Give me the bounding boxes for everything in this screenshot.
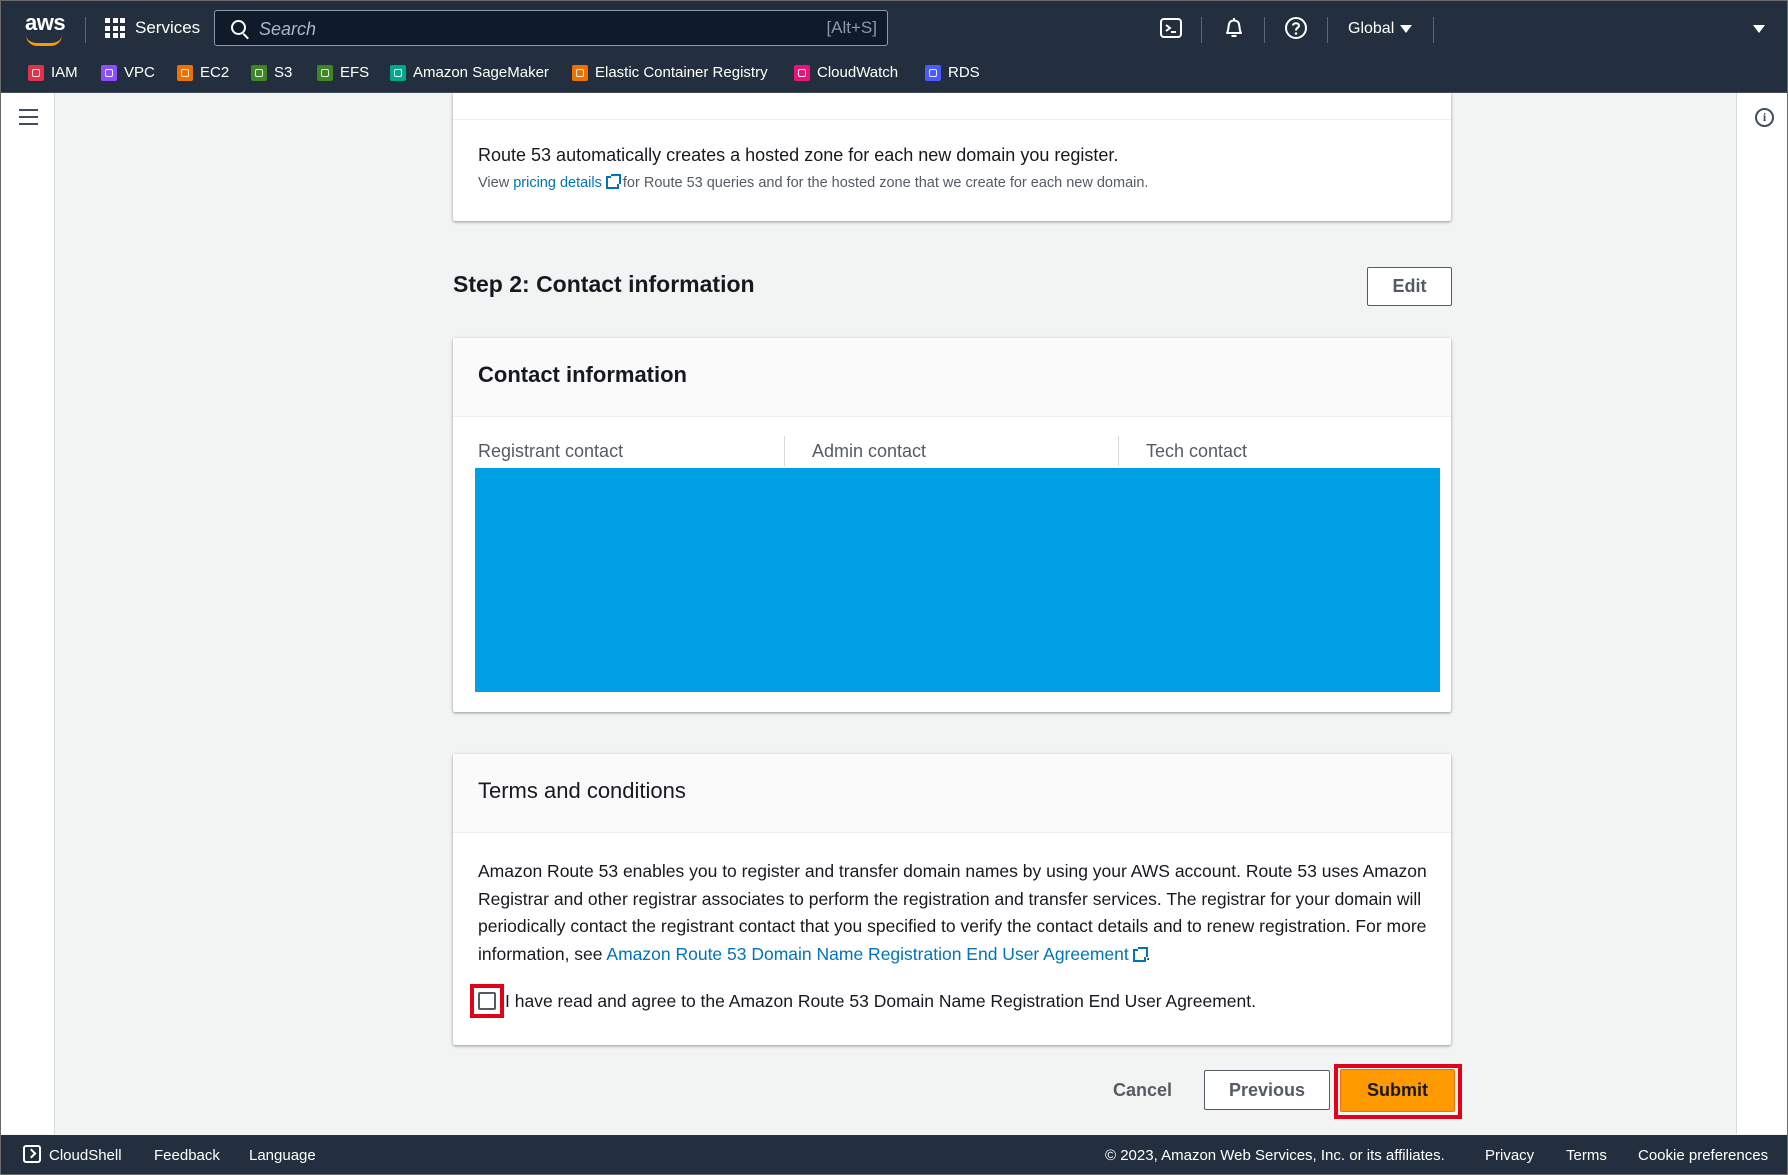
logo-smile-icon <box>26 35 62 46</box>
contact-panel-title: Contact information <box>478 362 687 387</box>
pricing-text: View pricing details for Route 53 querie… <box>478 174 1149 191</box>
search-icon <box>231 20 246 35</box>
contact-information-panel: Contact information Registrant contact A… <box>453 338 1451 712</box>
search-shortcut-hint: [Alt+S] <box>826 18 877 37</box>
submit-button[interactable]: Submit <box>1340 1069 1455 1112</box>
external-link-icon <box>1132 946 1148 962</box>
admin-contact-header: Admin contact <box>812 441 927 461</box>
tech-contact-header: Tech contact <box>1146 441 1248 461</box>
cloudshell-footer-icon <box>23 1145 41 1163</box>
nav-divider <box>1264 17 1265 43</box>
efs-service-icon <box>317 64 333 81</box>
registrant-contact-header: Registrant contact <box>478 441 624 461</box>
hosted-zone-text: Route 53 automatically creates a hosted … <box>478 145 1119 165</box>
browser-frame: aws Services [Alt+S] <box>0 0 1788 1175</box>
terms-title: Terms and conditions <box>478 778 686 803</box>
feedback-link[interactable]: Feedback <box>154 1147 220 1164</box>
pricing-suffix: for Route 53 queries and for the hosted … <box>618 175 1149 191</box>
nav-divider <box>1327 17 1328 43</box>
iam-service-icon <box>28 64 44 81</box>
nav-divider <box>1433 17 1434 43</box>
column-divider <box>1118 436 1119 466</box>
search-input[interactable] <box>257 17 781 41</box>
s3-service-icon <box>251 64 267 81</box>
services-menu-button[interactable]: Services <box>105 18 200 38</box>
ec2-service-icon <box>177 64 193 81</box>
edit-contact-button[interactable]: Edit <box>1367 267 1452 306</box>
rds-service-icon <box>925 64 941 81</box>
favorite-label: EFS <box>340 64 370 81</box>
account-menu-caret-icon[interactable] <box>1753 25 1765 33</box>
favorite-s3[interactable]: S3 <box>251 64 292 81</box>
services-label: Services <box>135 18 201 37</box>
apps-grid-icon <box>105 18 125 38</box>
agree-label[interactable]: I have read and agree to the Amazon Rout… <box>505 991 1256 1012</box>
cancel-button[interactable]: Cancel <box>1113 1080 1172 1101</box>
region-label: Global <box>1348 20 1395 37</box>
top-navigation: aws Services [Alt+S] <box>1 1 1787 57</box>
sagemaker-service-icon <box>390 64 406 81</box>
hamburger-menu-icon[interactable] <box>19 109 38 130</box>
favorite-label: EC2 <box>200 64 230 81</box>
cloudwatch-service-icon <box>794 64 810 81</box>
hosted-zone-panel: Route 53 automatically creates a hosted … <box>453 93 1451 221</box>
ecr-service-icon <box>572 64 588 81</box>
favorite-label: Elastic Container Registry <box>595 64 768 81</box>
pricing-prefix: View <box>478 175 514 191</box>
favorite-label: Amazon SageMaker <box>413 64 549 81</box>
checkbox-highlight <box>470 984 504 1018</box>
favorite-label: IAM <box>51 64 78 81</box>
step-2-heading: Step 2: Contact information <box>453 271 755 297</box>
privacy-link[interactable]: Privacy <box>1485 1147 1534 1164</box>
favorite-label: RDS <box>948 64 980 81</box>
search-bar[interactable]: [Alt+S] <box>214 10 888 46</box>
vpc-service-icon <box>101 64 117 81</box>
favorite-efs[interactable]: EFS <box>317 64 369 81</box>
info-panel-icon[interactable]: i <box>1755 108 1774 127</box>
favorite-sagemaker[interactable]: Amazon SageMaker <box>390 64 549 81</box>
nav-divider <box>85 17 86 43</box>
favorite-label: S3 <box>274 64 293 81</box>
favorite-vpc[interactable]: VPC <box>101 64 155 81</box>
favorite-ec2[interactable]: EC2 <box>177 64 229 81</box>
end-user-agreement-link[interactable]: Amazon Route 53 Domain Name Registration… <box>606 944 1128 964</box>
previous-button[interactable]: Previous <box>1204 1070 1330 1110</box>
favorite-rds[interactable]: RDS <box>925 64 980 81</box>
terms-paragraph: Amazon Route 53 enables you to register … <box>478 858 1433 968</box>
terms-panel: Terms and conditions Amazon Route 53 ena… <box>453 754 1451 1045</box>
console-footer: CloudShell Feedback Language © 2023, Ama… <box>1 1135 1787 1174</box>
cloudshell-link[interactable]: CloudShell <box>49 1147 122 1164</box>
favorite-iam[interactable]: IAM <box>28 64 78 81</box>
cookie-preferences-link[interactable]: Cookie preferences <box>1638 1147 1768 1164</box>
notifications-bell-icon[interactable] <box>1221 15 1247 41</box>
region-selector[interactable]: Global <box>1348 20 1413 38</box>
terms-link[interactable]: Terms <box>1566 1147 1607 1164</box>
external-link-icon <box>605 174 621 189</box>
pricing-details-link[interactable]: pricing details <box>513 175 602 191</box>
caret-down-icon <box>1400 25 1413 33</box>
agree-row: I have read and agree to the Amazon Rout… <box>470 984 1256 1018</box>
left-side-rail <box>1 93 55 1134</box>
favorite-cloudwatch[interactable]: CloudWatch <box>794 64 898 81</box>
column-divider <box>784 436 785 466</box>
favorites-bar: IAM VPC EC2 S3 EFS Amazon SageMaker Elas… <box>1 57 1787 93</box>
redacted-contact-details <box>475 468 1440 692</box>
panel-top-strip <box>453 93 1451 120</box>
copyright-text: © 2023, Amazon Web Services, Inc. or its… <box>1105 1147 1445 1164</box>
nav-divider <box>1201 17 1202 43</box>
right-side-rail: i <box>1736 93 1787 1134</box>
help-icon[interactable] <box>1283 15 1309 41</box>
language-link[interactable]: Language <box>249 1147 316 1164</box>
favorite-ecr[interactable]: Elastic Container Registry <box>572 64 768 81</box>
favorite-label: CloudWatch <box>817 64 899 81</box>
agree-checkbox[interactable] <box>478 992 496 1010</box>
cloudshell-icon[interactable] <box>1158 15 1184 41</box>
aws-logo[interactable]: aws <box>25 10 66 46</box>
favorite-label: VPC <box>124 64 155 81</box>
logo-text: aws <box>25 10 66 35</box>
